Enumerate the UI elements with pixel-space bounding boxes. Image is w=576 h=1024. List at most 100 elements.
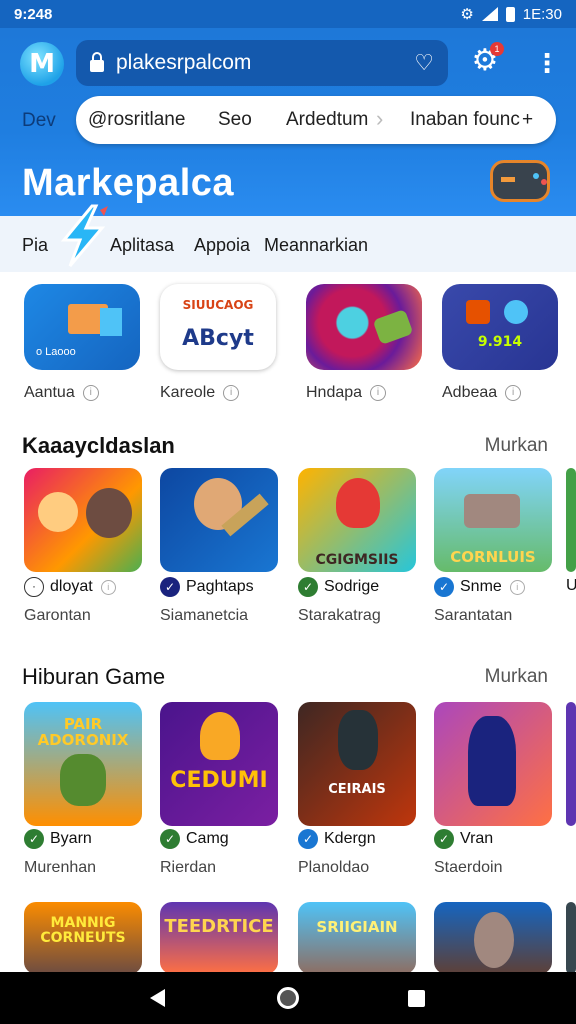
- app-tile-hndapa[interactable]: [306, 284, 422, 370]
- app-label-hndapa[interactable]: Hndapa i: [306, 384, 387, 402]
- game-card-art-text: CEDUMI: [170, 768, 268, 793]
- subnav-item-meannarkian[interactable]: Meannarkian: [264, 235, 368, 256]
- info-icon: i: [505, 384, 522, 401]
- url-text[interactable]: plakesrpalcom: [116, 51, 414, 75]
- game-name[interactable]: ✓ Camg: [160, 829, 229, 849]
- tab-dev[interactable]: Dev: [22, 110, 56, 132]
- game-card-art-text: SRIIGIAIN: [316, 918, 398, 936]
- app-label-text: Kareole: [160, 384, 216, 401]
- game-name-text: Vran: [460, 830, 494, 847]
- game-card-teedrtice[interactable]: TEEDRTICE: [160, 902, 278, 974]
- section-title: Hiburan Game: [22, 664, 166, 689]
- app-tile-adbeaa[interactable]: 9.914: [442, 284, 558, 370]
- app-label-kareole[interactable]: Kareole i: [160, 384, 240, 402]
- info-icon: i: [509, 579, 525, 595]
- game-name-text: Byarn: [50, 830, 92, 847]
- tab-seo[interactable]: Seo: [218, 109, 252, 131]
- system-nav-bar: [0, 972, 576, 1024]
- game-card-art-text: TEEDRTICE: [164, 916, 274, 937]
- game-subtitle: Starakatrag: [298, 607, 381, 624]
- game-card-mannig[interactable]: MANNIG CORNEUTS: [24, 902, 142, 974]
- app-header: M plakesrpalcom ♡ ⚙ 1 ⋮ Dev @rosritlane …: [0, 28, 576, 216]
- game-card-partial[interactable]: [566, 702, 576, 826]
- game-card-art-text: MANNIG CORNEUTS: [40, 915, 126, 946]
- game-name[interactable]: ✓ Byarn: [24, 829, 92, 849]
- game-card-paghtaps[interactable]: [160, 468, 278, 572]
- game-card-kdergn[interactable]: CEIRAIS: [298, 702, 416, 826]
- app-logo[interactable]: M: [20, 42, 64, 86]
- app-tile-art: 9.914: [477, 334, 523, 350]
- game-name[interactable]: U: [566, 577, 576, 595]
- back-icon[interactable]: [150, 989, 165, 1007]
- game-name[interactable]: ✓ Snme i: [434, 577, 525, 597]
- check-icon: ✓: [24, 829, 44, 849]
- tab-rosritlane[interactable]: @rosritlane: [88, 109, 185, 131]
- game-card-camg[interactable]: CEDUMI: [160, 702, 278, 826]
- status-time: 9:248: [14, 5, 53, 23]
- game-card-dloyat[interactable]: [24, 468, 142, 572]
- check-icon: ✓: [434, 829, 454, 849]
- tab-ardedtum[interactable]: Ardedtum: [286, 109, 368, 131]
- verified-icon: ✓: [160, 577, 180, 597]
- section-more-link[interactable]: Murkan: [485, 435, 548, 457]
- game-subtitle: Rierdan: [160, 859, 217, 876]
- app-tile-kareole[interactable]: SIUUCAOG ABcyt: [160, 284, 276, 370]
- game-subtitle: Staerdoin: [434, 859, 503, 876]
- settings-button[interactable]: ⚙ 1: [468, 42, 504, 78]
- section-more-link[interactable]: Murkan: [485, 666, 548, 688]
- game-name-text: Paghtaps: [186, 578, 254, 595]
- game-card-snme[interactable]: CORNLUIS: [434, 468, 552, 572]
- bookmark-icon[interactable]: ♡: [414, 50, 434, 76]
- game-card-art-text: CGIGMSIIS: [315, 552, 399, 568]
- game-card-vran[interactable]: [434, 702, 552, 826]
- status-icons: ⚙ 1E:30: [460, 5, 562, 24]
- app-label-text: Adbeaa: [442, 384, 498, 401]
- app-label-text: Hndapa: [306, 384, 363, 401]
- recents-icon[interactable]: [408, 990, 425, 1007]
- game-card-sriigiain[interactable]: SRIIGIAIN: [298, 902, 416, 974]
- subnav-item-appoia[interactable]: Appoia: [194, 235, 250, 256]
- game-card-sodrige[interactable]: CGIGMSIIS: [298, 468, 416, 572]
- game-subtitle: Garontan: [24, 607, 91, 624]
- game-card-art-text: PAIR ADORONIX: [37, 715, 129, 749]
- game-card-partial[interactable]: [566, 902, 576, 974]
- app-tile-aantua[interactable]: o Laooo: [24, 284, 140, 370]
- radio-icon: ·: [24, 577, 44, 597]
- section-title: Kaaaycldaslan: [22, 433, 175, 458]
- subnav-item-aplitasa[interactable]: Aplitasa: [110, 235, 174, 256]
- signal-icon: [481, 7, 498, 21]
- settings-badge: 1: [490, 42, 504, 56]
- more-menu-button[interactable]: ⋮: [534, 48, 560, 78]
- game-name[interactable]: ✓ Vran: [434, 829, 493, 849]
- tab-add-icon[interactable]: +: [522, 109, 533, 131]
- game-name[interactable]: ✓ Kdergn: [298, 829, 376, 849]
- app-label-aantua[interactable]: Aantua i: [24, 384, 99, 402]
- game-name[interactable]: ✓ Sodrige: [298, 577, 379, 597]
- page-title: Markepalca: [22, 162, 235, 204]
- game-name-text: Snme: [460, 578, 502, 595]
- app-tile-art: ABcyt: [182, 326, 254, 351]
- game-card-art-text: CEIRAIS: [328, 782, 386, 797]
- game-name[interactable]: · dloyat i: [24, 577, 116, 597]
- info-icon: i: [82, 384, 99, 401]
- game-subtitle: Murenhan: [24, 859, 97, 876]
- url-bar[interactable]: plakesrpalcom ♡: [76, 40, 448, 86]
- home-icon[interactable]: [277, 987, 299, 1009]
- info-icon: i: [223, 384, 240, 401]
- logo-m-icon: M: [29, 49, 55, 79]
- subnav-item-pia[interactable]: Pia: [22, 235, 48, 256]
- game-subtitle: Siamanetcia: [160, 607, 249, 624]
- verified-icon: ✓: [434, 577, 454, 597]
- battery-icon: [505, 6, 515, 22]
- game-name[interactable]: ✓ Paghtaps: [160, 577, 254, 597]
- status-clock: 1E:30: [522, 5, 562, 23]
- game-card-warrior[interactable]: [434, 902, 552, 974]
- tab-separator-icon: ›: [376, 106, 384, 131]
- game-card-partial[interactable]: [566, 468, 576, 572]
- app-label-adbeaa[interactable]: Adbeaa i: [442, 384, 522, 402]
- game-name-text: dloyat: [50, 578, 93, 595]
- gamepad-icon[interactable]: [490, 160, 550, 202]
- tab-inaban-founc[interactable]: Inaban founc: [410, 109, 520, 131]
- game-card-byarn[interactable]: PAIR ADORONIX: [24, 702, 142, 826]
- game-name-text: Sodrige: [324, 578, 380, 595]
